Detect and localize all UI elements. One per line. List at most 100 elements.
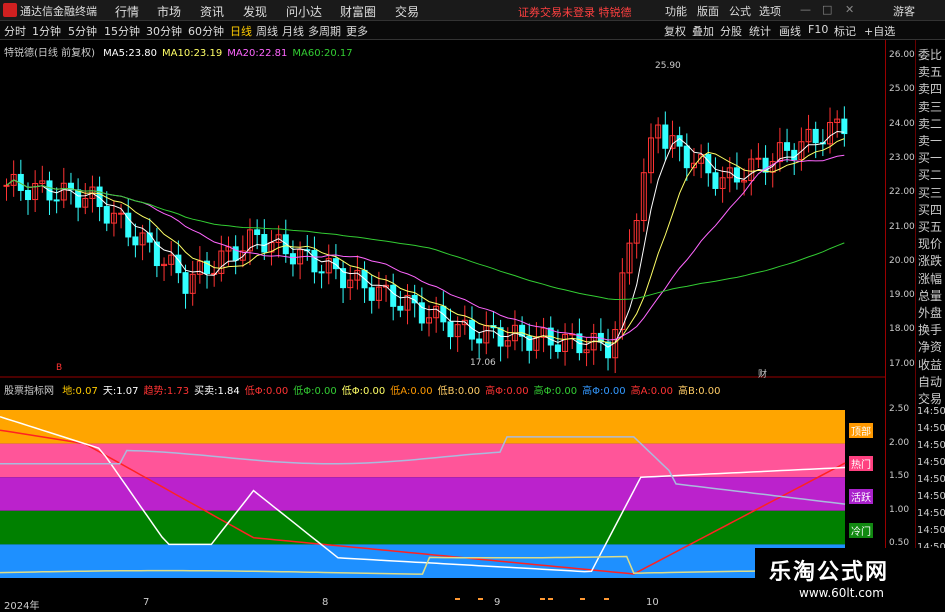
watermark-name: 乐淘公式网 (769, 560, 890, 585)
title-bar: 通达信金融终端 行情 市场 资讯 发现 问小达 财富圈 交易 证券交易未登录 特… (0, 0, 945, 21)
menu-assistant[interactable]: 问小达 (286, 3, 322, 20)
quote-row: 买四 (918, 202, 943, 217)
indicator-tick: 1.00 (889, 504, 910, 515)
window-restore-icon[interactable]: □ (822, 3, 832, 16)
menu-function[interactable]: 功能 (665, 3, 687, 19)
btn-adjust[interactable]: 复权 (664, 23, 686, 39)
btn-stats[interactable]: 统计 (749, 23, 771, 39)
zone-tag-active: 活跃 (849, 489, 873, 504)
signal-bar-orange (455, 598, 460, 600)
menu-news[interactable]: 资讯 (200, 3, 224, 20)
stock-label: 特锐德(日线 前复权) (4, 48, 95, 59)
menu-formula[interactable]: 公式 (729, 3, 751, 19)
candle-body (75, 189, 82, 208)
period-daily[interactable]: 日线 (230, 23, 252, 39)
site-watermark: 乐淘公式网 www.60lt.com (755, 548, 945, 609)
candle-body (554, 344, 561, 352)
period-5min[interactable]: 5分钟 (68, 23, 97, 39)
price-tick: 22.00 (889, 187, 915, 198)
btn-draw[interactable]: 画线 (779, 23, 801, 39)
price-tick: 26.00 (889, 50, 915, 60)
ma-legend-3: MA60:20.17 (292, 48, 353, 59)
candle-body (289, 253, 296, 265)
high-label: 25.90 (655, 61, 681, 71)
window-min-icon[interactable]: — (800, 3, 811, 16)
window-close-icon[interactable]: ✕ (845, 3, 854, 16)
period-weekly[interactable]: 周线 (256, 23, 278, 39)
menu-market[interactable]: 市场 (157, 3, 181, 20)
signal-bars (455, 598, 609, 600)
quote-row: 总量 (918, 288, 943, 303)
indicator-tick: 0.50 (889, 538, 910, 548)
price-tick: 17.00 (889, 358, 915, 369)
btn-split[interactable]: 分股 (720, 23, 742, 39)
period-15min[interactable]: 15分钟 (104, 23, 140, 39)
indicator-legend-5: 低Φ:0.00 (293, 386, 337, 397)
menu-options[interactable]: 选项 (759, 3, 781, 19)
chart-canvas[interactable]: 17.06 25.90 B 财 (0, 40, 885, 600)
btn-overlay[interactable]: 叠加 (692, 23, 714, 39)
indicator-legend-8: 低B:0.00 (437, 386, 481, 397)
candle-body (132, 236, 139, 246)
indicator-legend: 股票指标网 地:0.07 天:1.07 趋势:1.73 买卖:1.84 低Φ:0.00 低… (4, 382, 720, 397)
xaxis-label-9: 9 (494, 597, 501, 608)
quote-row: 外盘 (918, 306, 943, 320)
menu-wealth[interactable]: 财富圈 (340, 3, 376, 20)
low-label: 17.06 (470, 358, 496, 368)
price-axis: 26.00 25.00 24.00 23.00 22.00 21.00 20.00 19.00… (885, 40, 916, 600)
btn-add-watch[interactable]: +自选 (864, 23, 895, 39)
guest-user[interactable]: 游客 (893, 3, 915, 19)
price-tick: 25.00 (889, 84, 915, 95)
quote-row: 收益 (918, 357, 943, 372)
candle-body (397, 305, 404, 311)
quote-row: 卖三 (918, 99, 943, 114)
quote-row: 净资 (918, 340, 943, 355)
moving-averages (6, 130, 845, 348)
indicator-legend-9: 高Φ:0.00 (485, 386, 529, 397)
candle-body (282, 234, 289, 255)
quote-row: 卖二 (918, 116, 943, 131)
quote-row: 买一 (918, 151, 943, 166)
candle-body (784, 142, 791, 151)
menu-discover[interactable]: 发现 (243, 3, 267, 20)
menu-quotes[interactable]: 行情 (115, 3, 139, 20)
candle-body (24, 189, 31, 201)
btn-mark[interactable]: 标记 (834, 23, 856, 39)
candle-body (605, 341, 612, 359)
candle-body (755, 157, 762, 160)
period-1min[interactable]: 1分钟 (32, 23, 61, 39)
signal-bar-orange (478, 598, 483, 600)
candle-body (476, 338, 483, 344)
quote-row: 交易 (918, 392, 943, 406)
period-30min[interactable]: 30分钟 (146, 23, 182, 39)
indicator-bands (0, 410, 845, 578)
indicator-band (0, 410, 845, 444)
candle-body (841, 118, 848, 135)
period-more[interactable]: 更多 (346, 23, 368, 39)
login-warning[interactable]: 证券交易未登录 特锐德 (518, 4, 632, 20)
candle-body (3, 184, 10, 187)
quote-row: 14:50 (917, 423, 945, 434)
candle-body (791, 149, 798, 161)
btn-f10[interactable]: F10 (808, 23, 828, 36)
main-legend: 特锐德(日线 前复权) MA5:23.80 MA10:23.19 MA20:22.8… (4, 44, 353, 59)
period-monthly[interactable]: 月线 (282, 23, 304, 39)
candlesticks (3, 106, 848, 374)
quote-panel: 委比 卖五 卖四 卖三 卖二 卖一 买一 买二 买三 买四 买五 现价 涨跌 涨幅 总量 外盘 换手 净资 收益 自动… (915, 40, 945, 600)
candle-body (733, 167, 740, 183)
quote-row: 14:50 (917, 440, 945, 451)
menu-layout[interactable]: 版面 (697, 3, 719, 19)
indicator-band (0, 443, 845, 478)
price-tick: 21.00 (889, 221, 915, 232)
quote-row: 买二 (918, 168, 943, 183)
quote-row: 涨幅 (918, 271, 943, 286)
quote-row: 现价 (918, 237, 943, 252)
quote-row: 14:50 (917, 457, 945, 468)
indicator-tick: 2.50 (889, 404, 910, 414)
signal-bar-orange (604, 598, 609, 600)
period-multi[interactable]: 多周期 (308, 23, 341, 39)
indicator-name: 股票指标网 (4, 386, 54, 397)
period-60min[interactable]: 60分钟 (188, 23, 224, 39)
period-tick[interactable]: 分时 (4, 23, 26, 39)
menu-trade[interactable]: 交易 (395, 3, 419, 20)
